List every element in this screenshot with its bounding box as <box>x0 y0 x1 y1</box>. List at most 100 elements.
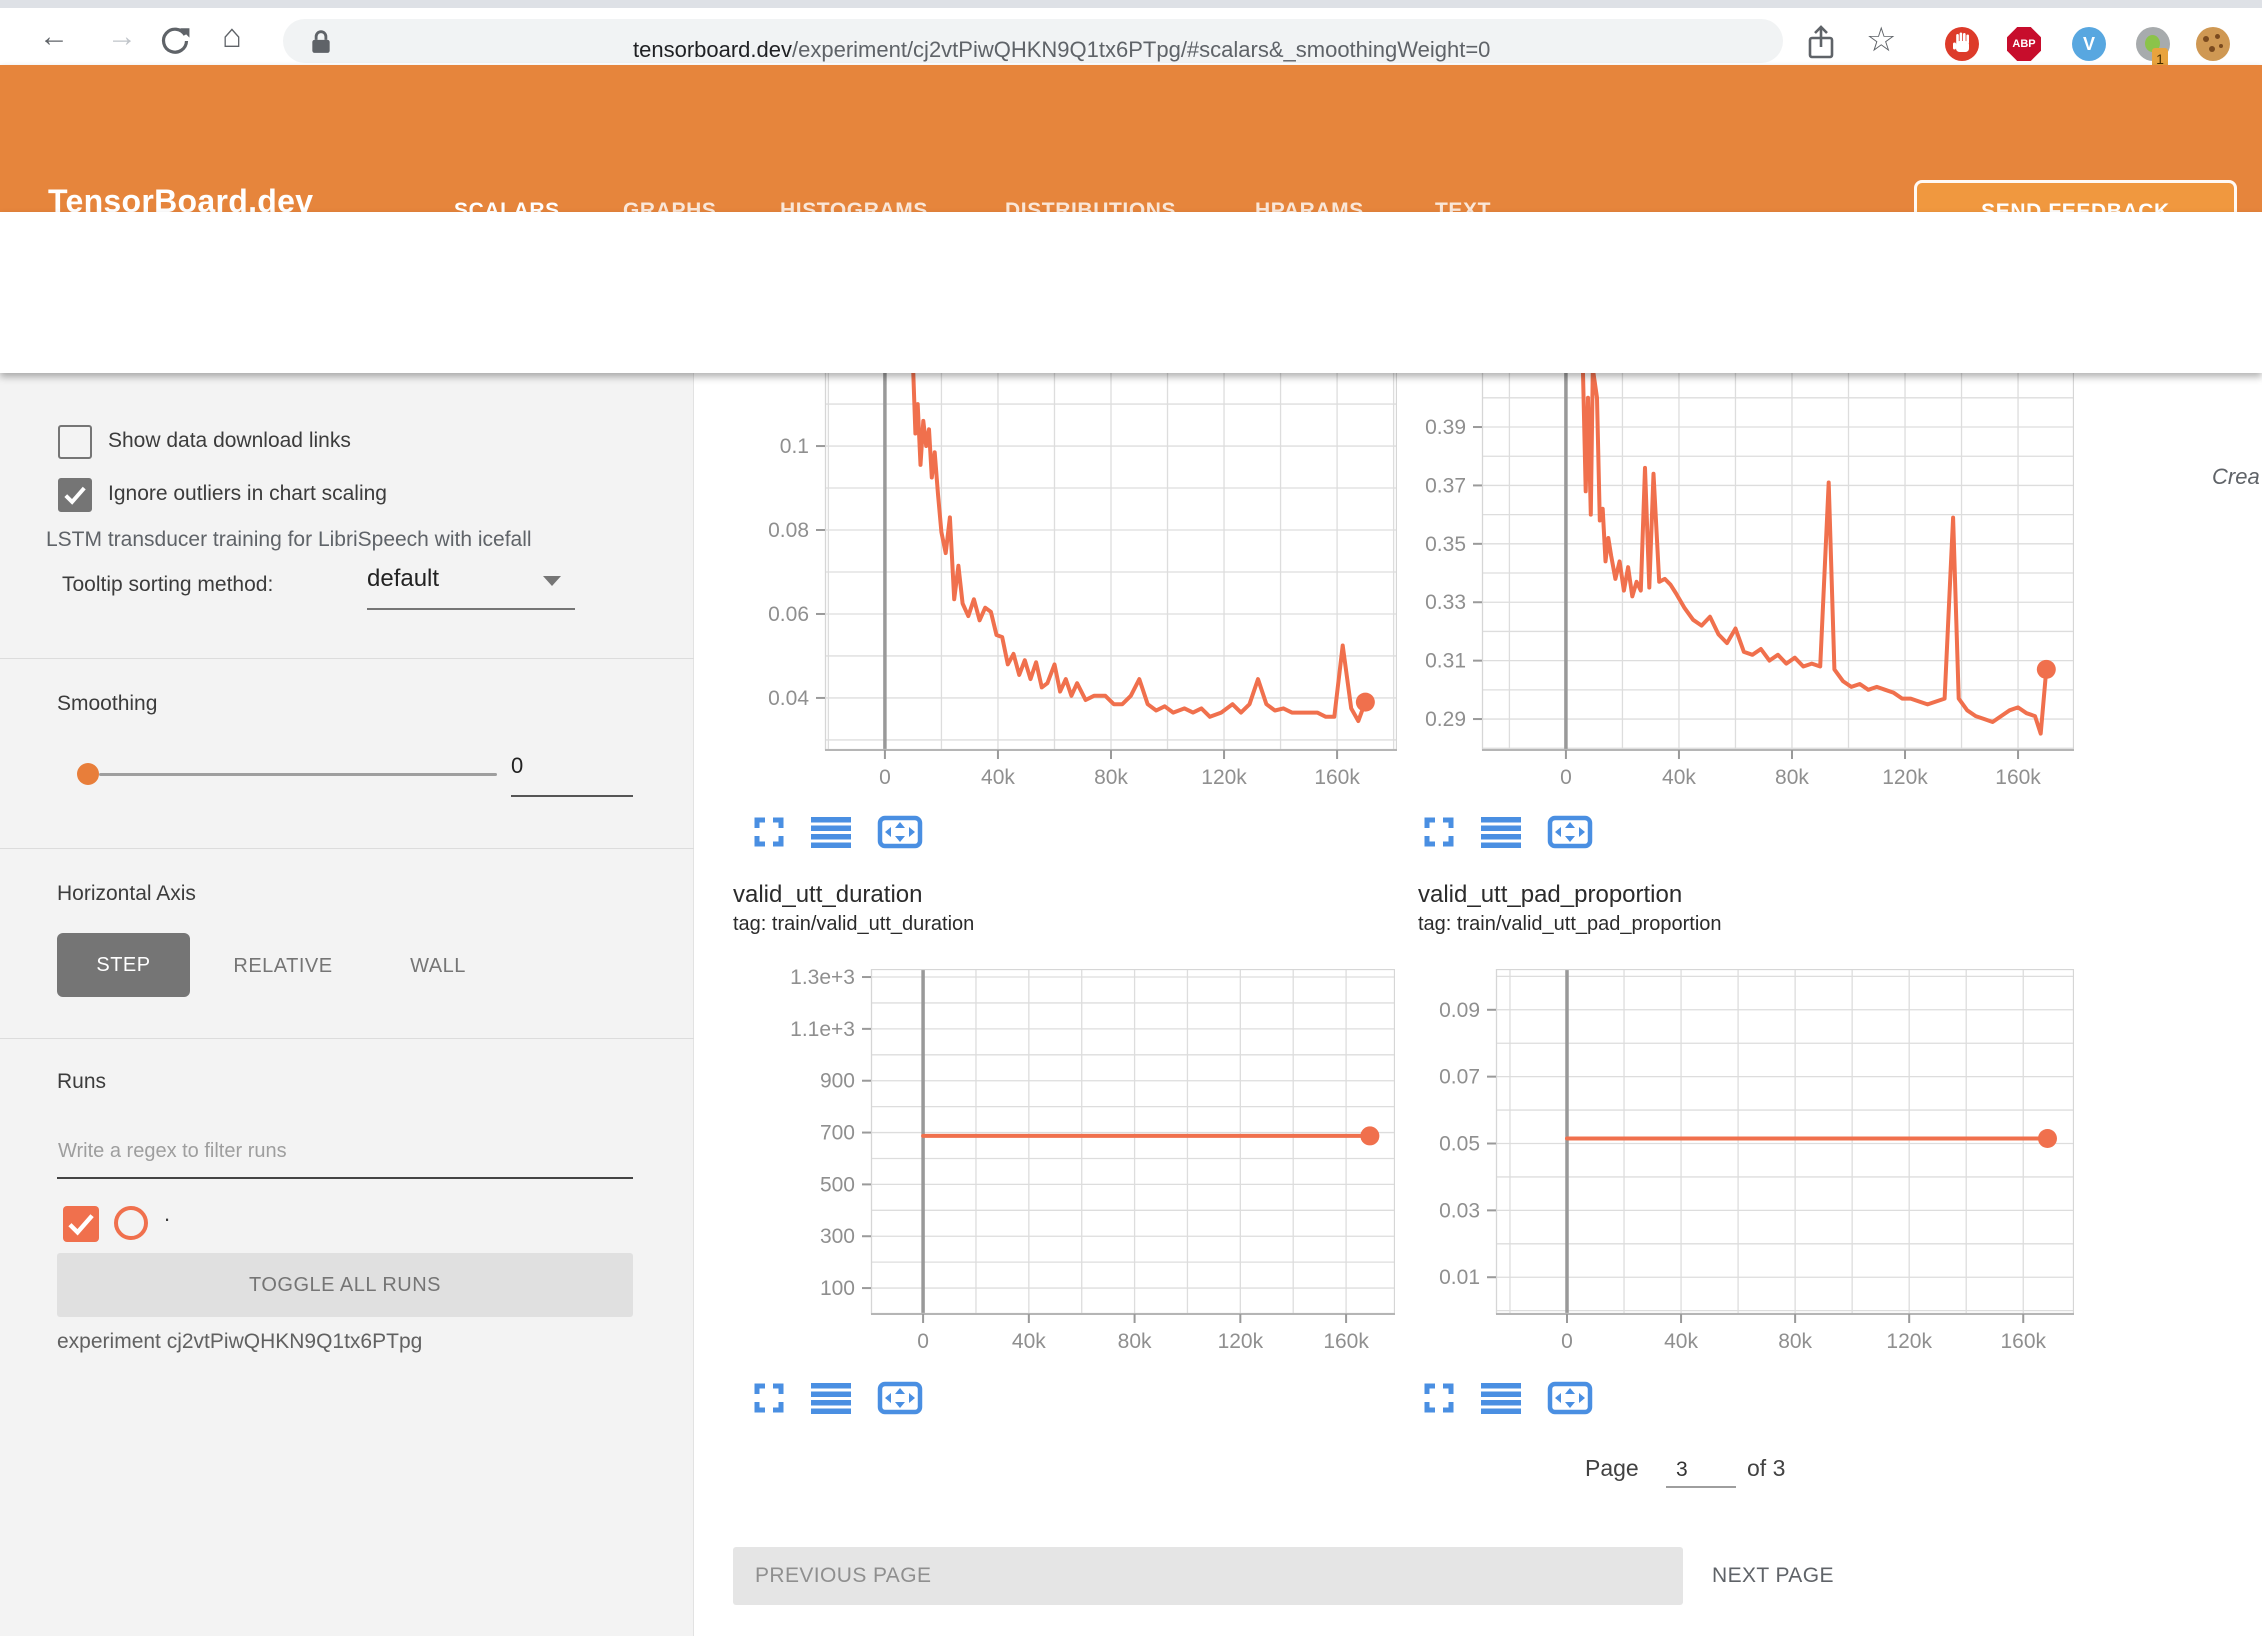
checkmark-icon <box>63 1206 99 1242</box>
chart-title-valid-utt-duration: valid_utt_duration <box>733 881 922 909</box>
chart-toolbar <box>753 815 923 849</box>
bookmark-star-icon[interactable]: ☆ <box>1866 20 1896 60</box>
experiment-subheader: Crea LSTM transducer training for LibriS… <box>0 212 2262 373</box>
checkmark-icon <box>60 480 90 510</box>
data-table-icon[interactable] <box>1479 816 1523 848</box>
svg-text:0.09: 0.09 <box>1439 999 1480 1022</box>
svg-text:120k: 120k <box>1218 1330 1264 1353</box>
show-download-links-checkbox[interactable] <box>58 425 92 459</box>
svg-text:0.07: 0.07 <box>1439 1066 1480 1089</box>
svg-text:160k: 160k <box>1314 766 1360 789</box>
svg-text:0.03: 0.03 <box>1439 1199 1480 1222</box>
svg-text:80k: 80k <box>1118 1330 1152 1353</box>
run-visibility-checkbox[interactable] <box>63 1206 99 1242</box>
fit-domain-icon[interactable] <box>1547 815 1593 849</box>
toggle-all-runs-button[interactable]: TOGGLE ALL RUNS <box>57 1253 633 1317</box>
fit-domain-icon[interactable] <box>877 815 923 849</box>
divider <box>0 658 694 659</box>
svg-text:0.37: 0.37 <box>1425 474 1466 497</box>
smoothing-value[interactable]: 0 <box>511 753 523 779</box>
chart-toolbar <box>1423 815 1593 849</box>
scalar-chart-plot[interactable]: 040k80k120k160k0.040.060.080.1 <box>730 373 1397 798</box>
axis-relative-button[interactable]: RELATIVE <box>213 955 353 978</box>
share-icon[interactable] <box>1805 24 1837 62</box>
smoothing-slider-track[interactable] <box>99 773 497 776</box>
chart-tag-valid-utt-pad-proportion: tag: train/valid_utt_pad_proportion <box>1418 913 1722 936</box>
fullscreen-icon[interactable] <box>1423 1382 1455 1414</box>
stop-hand-extension-icon[interactable] <box>1945 27 1979 61</box>
run-name: . <box>164 1201 170 1227</box>
axis-wall-button[interactable]: WALL <box>398 955 478 978</box>
svg-text:0: 0 <box>917 1330 929 1353</box>
url-path: /experiment/cj2vtPiwQHKN9Q1tx6PTpg/#scal… <box>792 37 1490 62</box>
forward-icon[interactable]: → <box>107 20 137 54</box>
ignore-outliers-label: Ignore outliers in chart scaling <box>108 482 387 506</box>
show-download-links-label: Show data download links <box>108 429 351 453</box>
axis-step-button[interactable]: STEP <box>57 933 190 997</box>
data-table-icon[interactable] <box>1479 1382 1523 1414</box>
cookie-extension-icon[interactable] <box>2196 27 2230 61</box>
created-text-fragment: Crea <box>2212 464 2260 490</box>
back-icon[interactable]: ← <box>39 20 69 54</box>
chart-title-valid-utt-pad-proportion: valid_utt_pad_proportion <box>1418 881 1682 909</box>
svg-text:900: 900 <box>820 1070 855 1093</box>
previous-page-button[interactable]: PREVIOUS PAGE <box>733 1547 1683 1605</box>
svg-text:160k: 160k <box>1323 1330 1369 1353</box>
svg-text:0.06: 0.06 <box>768 603 809 626</box>
next-page-button[interactable]: NEXT PAGE <box>1712 1547 1834 1605</box>
experiment-description: LSTM transducer training for LibriSpeech… <box>46 528 532 552</box>
experiment-caption: experiment cj2vtPiwQHKN9Q1tx6PTpg <box>57 1330 422 1354</box>
tooltip-sorting-select[interactable]: default <box>367 565 439 593</box>
data-table-icon[interactable] <box>809 816 853 848</box>
svg-text:1.1e+3: 1.1e+3 <box>790 1018 855 1041</box>
run-color-swatch[interactable] <box>114 1206 148 1240</box>
settings-sidebar: Show data download links Ignore outliers… <box>0 373 694 1636</box>
reload-icon[interactable] <box>158 24 192 58</box>
runs-filter-underline <box>57 1177 633 1179</box>
runs-filter-input[interactable]: Write a regex to filter runs <box>58 1140 287 1163</box>
browser-tab-strip <box>0 0 2262 8</box>
page-of-label: of 3 <box>1747 1455 1785 1482</box>
svg-text:700: 700 <box>820 1122 855 1145</box>
smoothing-slider-thumb[interactable] <box>77 763 99 785</box>
abp-extension-icon[interactable]: ABP <box>2007 27 2041 61</box>
divider <box>0 848 694 849</box>
app-header: TensorBoard.dev SCALARS GRAPHS HISTOGRAM… <box>0 65 2262 212</box>
svg-text:0: 0 <box>1560 766 1572 789</box>
smoothing-label: Smoothing <box>57 692 157 716</box>
svg-text:0.33: 0.33 <box>1425 591 1466 614</box>
chevron-down-icon[interactable] <box>543 576 561 586</box>
scalar-chart-plot[interactable]: 040k80k120k160k1003005007009001.1e+31.3e… <box>776 969 1395 1362</box>
svg-text:500: 500 <box>820 1173 855 1196</box>
fit-domain-icon[interactable] <box>1547 1381 1593 1415</box>
url-bar[interactable]: tensorboard.dev/experiment/cj2vtPiwQHKN9… <box>283 19 1783 63</box>
svg-text:100: 100 <box>820 1277 855 1300</box>
horizontal-axis-label: Horizontal Axis <box>57 882 196 906</box>
fullscreen-icon[interactable] <box>1423 816 1455 848</box>
svg-text:80k: 80k <box>1094 766 1128 789</box>
tooltip-sorting-label: Tooltip sorting method: <box>62 573 273 597</box>
v-extension-icon[interactable]: V <box>2072 27 2106 61</box>
green-dot-extension-icon[interactable]: 1 <box>2136 27 2170 61</box>
svg-text:160k: 160k <box>2000 1330 2046 1353</box>
data-table-icon[interactable] <box>809 1382 853 1414</box>
svg-text:120k: 120k <box>1201 766 1247 789</box>
svg-text:0.08: 0.08 <box>768 519 809 542</box>
ignore-outliers-checkbox[interactable] <box>58 478 92 512</box>
svg-text:0: 0 <box>879 766 891 789</box>
fullscreen-icon[interactable] <box>753 816 785 848</box>
url-text[interactable]: tensorboard.dev/experiment/cj2vtPiwQHKN9… <box>633 37 1490 63</box>
page-number-input[interactable] <box>1666 1458 1736 1488</box>
fit-domain-icon[interactable] <box>877 1381 923 1415</box>
scalar-chart-plot[interactable]: 040k80k120k160k0.010.030.050.070.09 <box>1401 969 2074 1362</box>
svg-text:0.35: 0.35 <box>1425 533 1466 556</box>
svg-text:0.29: 0.29 <box>1425 708 1466 731</box>
svg-text:120k: 120k <box>1886 1330 1932 1353</box>
svg-text:120k: 120k <box>1882 766 1928 789</box>
fullscreen-icon[interactable] <box>753 1382 785 1414</box>
home-icon[interactable]: ⌂ <box>222 19 242 53</box>
scalar-chart-plot[interactable]: 040k80k120k160k0.290.310.330.350.370.39 <box>1387 373 2074 798</box>
select-underline <box>367 608 575 610</box>
svg-text:1.3e+3: 1.3e+3 <box>790 969 855 989</box>
svg-text:0.01: 0.01 <box>1439 1266 1480 1289</box>
